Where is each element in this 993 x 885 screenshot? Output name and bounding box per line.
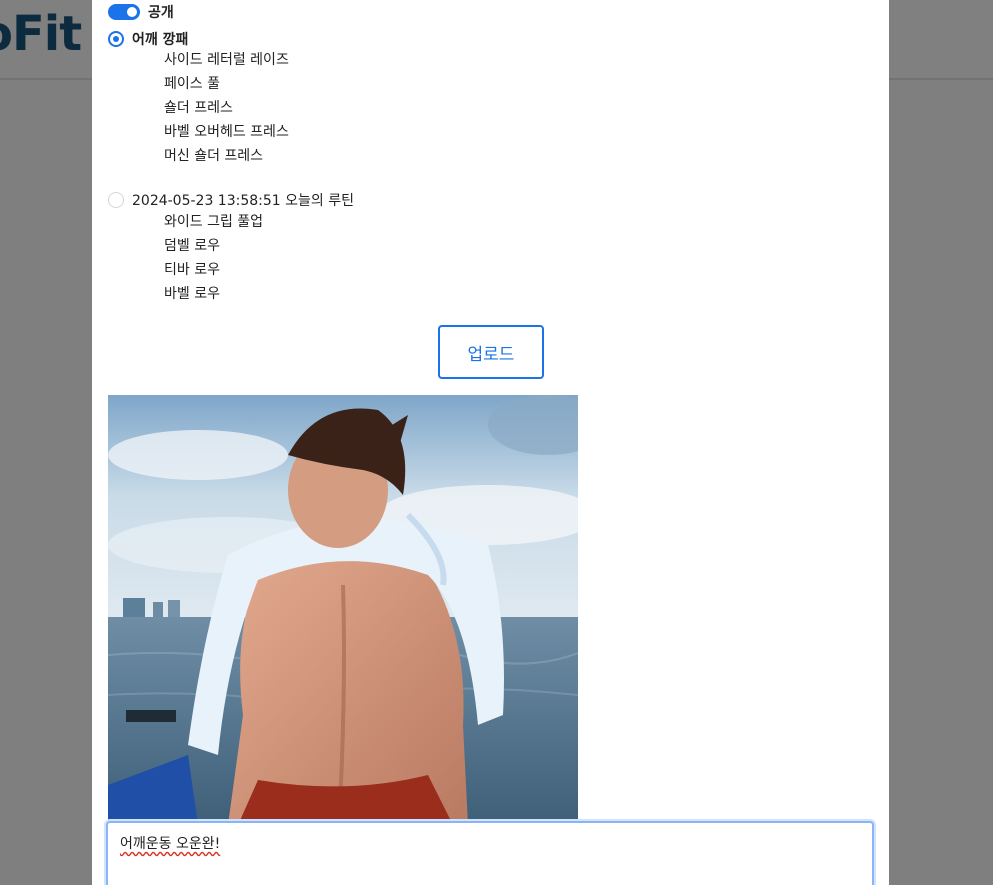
routine-title: 어깨 깡패 [132, 32, 189, 48]
uploaded-photo [108, 395, 578, 825]
routine-exercise-list: 사이드 레터럴 레이즈 페이스 풀 숄더 프레스 바벨 오버헤드 프레스 머신 … [164, 48, 289, 168]
exercise-item: 와이드 그립 풀업 [164, 214, 264, 230]
exercise-item: 페이스 풀 [164, 76, 220, 92]
post-upload-modal: 공개 어깨 깡패 사이드 레터럴 레이즈 페이스 풀 숄더 프레스 바벨 오버헤… [92, 0, 889, 885]
caption-textarea[interactable]: 어깨운동 오운완! [106, 821, 874, 885]
routine-title: 2024-05-23 13:58:51 오늘의 루틴 [132, 193, 354, 209]
photo-image [108, 395, 578, 825]
routine-option[interactable]: 어깨 깡패 [108, 29, 188, 49]
exercise-item: 덤벨 로우 [164, 238, 220, 254]
visibility-label: 공개 [148, 5, 174, 21]
exercise-item: 바벨 로우 [164, 286, 220, 302]
caption-text: 어깨운동 오운완! [120, 836, 221, 852]
visibility-toggle[interactable] [108, 4, 140, 20]
app-logo: oFit [0, 6, 82, 62]
exercise-item: 숄더 프레스 [164, 100, 233, 116]
routine-option[interactable]: 2024-05-23 13:58:51 오늘의 루틴 [108, 190, 354, 210]
radio-unchecked-icon[interactable] [108, 192, 124, 208]
exercise-item: 사이드 레터럴 레이즈 [164, 52, 289, 68]
routine-exercise-list: 와이드 그립 풀업 덤벨 로우 티바 로우 바벨 로우 [164, 210, 263, 306]
exercise-item: 바벨 오버헤드 프레스 [164, 124, 289, 140]
upload-button[interactable]: 업로드 [438, 325, 544, 379]
radio-checked-icon[interactable] [108, 31, 124, 47]
exercise-item: 머신 숄더 프레스 [164, 148, 264, 164]
exercise-item: 티바 로우 [164, 262, 220, 278]
visibility-row: 공개 [108, 2, 174, 22]
